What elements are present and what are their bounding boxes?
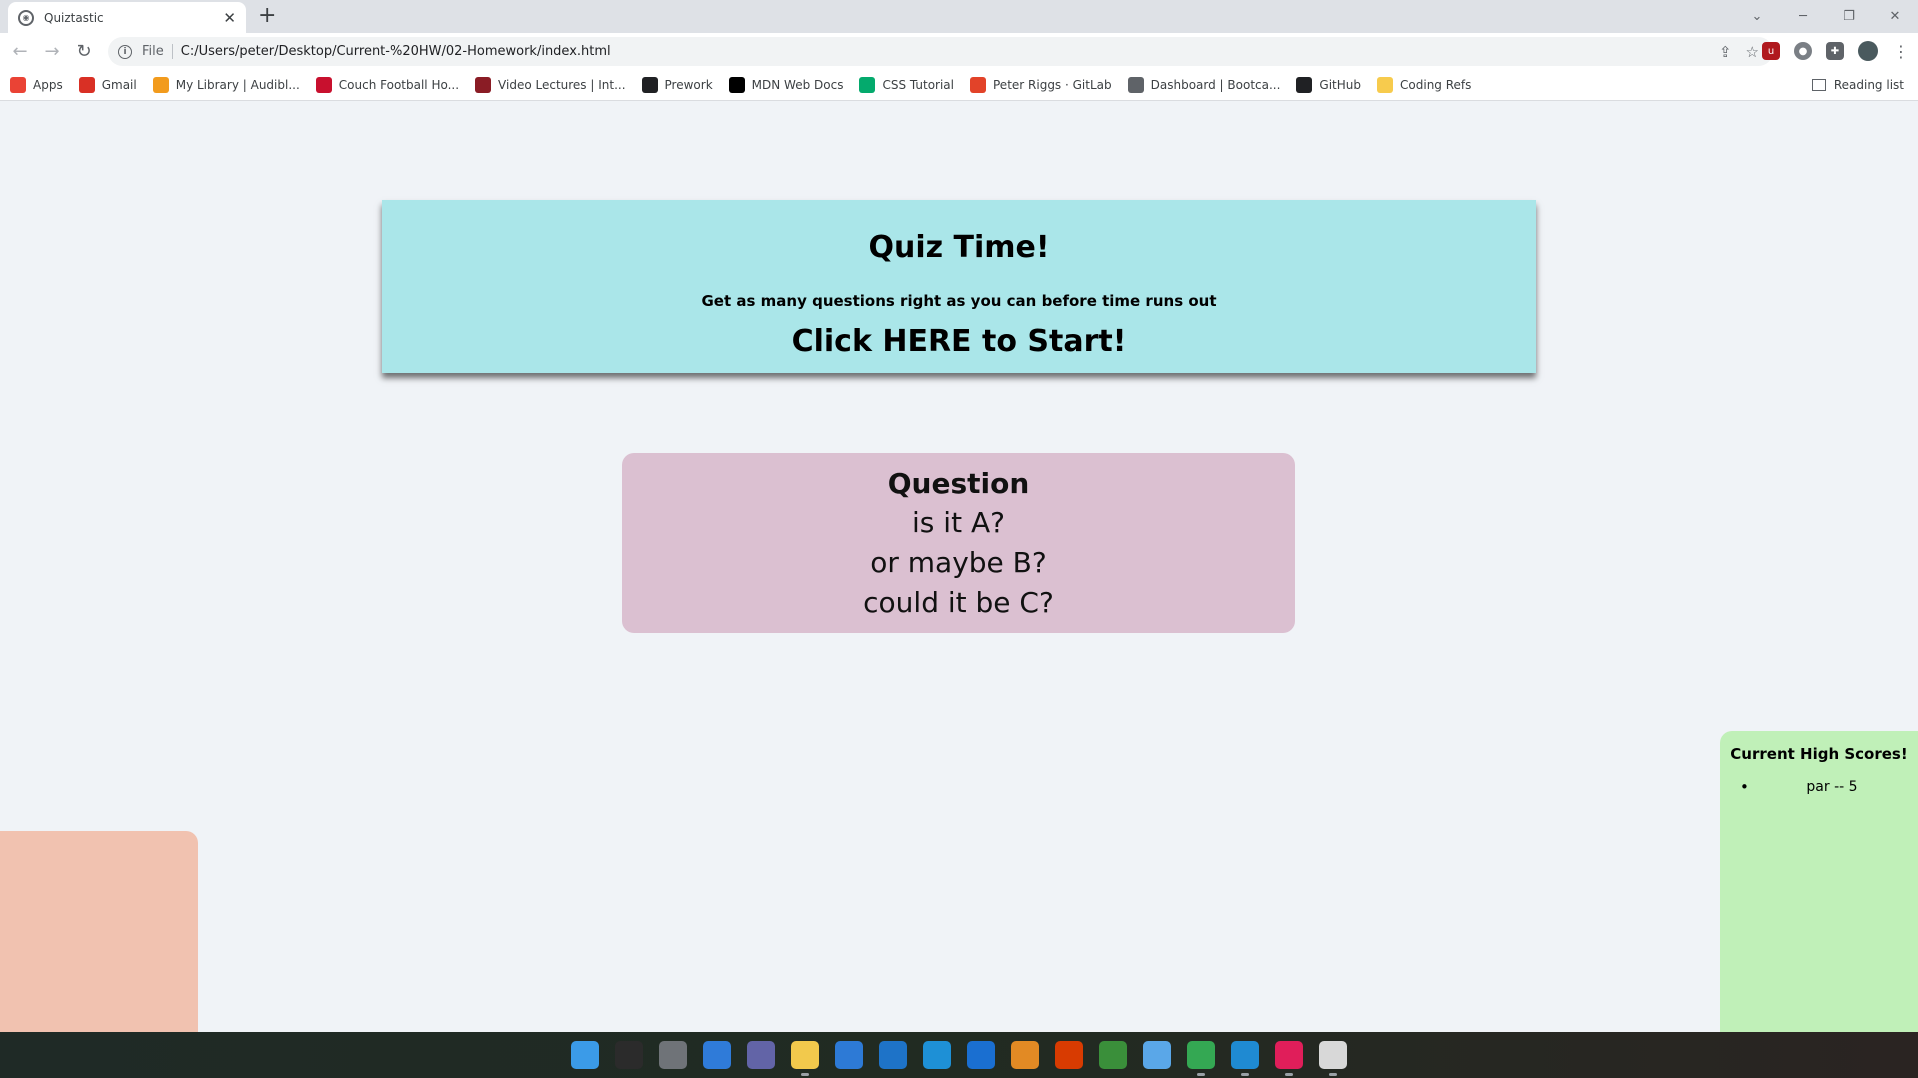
answer-option-b[interactable]: or maybe B? [622, 546, 1295, 579]
minimize-icon[interactable]: ─ [1780, 9, 1826, 24]
github-icon [1296, 76, 1313, 93]
share-icon[interactable]: ⇪ [1719, 43, 1732, 61]
bookmark-label: MDN Web Docs [751, 77, 844, 92]
restore-icon[interactable]: ❐ [1826, 9, 1872, 24]
bookmark-label: Couch Football Ho... [338, 77, 460, 92]
extensions-puzzle-icon[interactable]: ✚ [1826, 42, 1844, 60]
store-icon[interactable] [835, 1041, 863, 1069]
teams-chat-icon[interactable] [747, 1041, 775, 1069]
reload-icon[interactable]: ↻ [68, 41, 100, 62]
mdn-icon [728, 76, 745, 93]
menu-dots-icon[interactable]: ⋮ [1892, 42, 1910, 61]
windows-start-icon[interactable] [571, 1041, 599, 1069]
high-scores-list: par -- 5 [1740, 778, 1912, 796]
answer-option-c[interactable]: could it be C? [622, 586, 1295, 619]
bookmark-item[interactable]: Prework [641, 76, 713, 93]
tab-title: Quiztastic [44, 10, 104, 25]
bookmark-label: CSS Tutorial [882, 77, 954, 92]
info-icon[interactable]: i [118, 44, 132, 59]
lasso-icon[interactable] [923, 1041, 951, 1069]
address-scheme: File [142, 44, 173, 59]
reading-list-button[interactable]: Reading list [1811, 69, 1904, 101]
audible-icon [152, 76, 169, 93]
tab-search-icon[interactable]: ⌄ [1734, 9, 1780, 24]
bookmark-item[interactable]: Apps [10, 76, 63, 93]
nfl-icon [315, 76, 332, 93]
globe-icon: ◉ [18, 9, 34, 26]
quiz-header-card: Quiz Time! Get as many questions right a… [382, 200, 1536, 373]
sublime-icon[interactable] [1011, 1041, 1039, 1069]
ublock-origin-icon[interactable]: u [1762, 42, 1780, 60]
bookmark-item[interactable]: MDN Web Docs [728, 76, 844, 93]
browser-tab[interactable]: ◉ Quiztastic ✕ [8, 2, 246, 33]
tab-strip: ◉ Quiztastic ✕ + ⌄ ─ ❐ ✕ [0, 0, 1918, 33]
notepad-icon[interactable] [1143, 1041, 1171, 1069]
book-icon [641, 76, 658, 93]
bookmark-label: Prework [664, 77, 713, 92]
bookmark-label: GitHub [1319, 77, 1362, 92]
mail-icon[interactable] [879, 1041, 907, 1069]
address-bar[interactable]: i File C:/Users/peter/Desktop/Current-%2… [108, 37, 1773, 66]
profile-avatar[interactable] [1858, 41, 1878, 61]
new-tab-button[interactable]: + [258, 4, 276, 28]
bookmark-item[interactable]: Dashboard | Bootca... [1127, 76, 1281, 93]
bookmark-item[interactable]: GitHub [1296, 76, 1362, 93]
apps-grid-icon [10, 76, 26, 93]
reading-list-label: Reading list [1833, 78, 1904, 92]
bookmark-item[interactable]: Gmail [78, 76, 137, 93]
reading-list-icon [1811, 79, 1826, 91]
browser-toolbar: ← → ↻ i File C:/Users/peter/Desktop/Curr… [0, 33, 1918, 69]
snipping-tool-icon[interactable] [1319, 1041, 1347, 1076]
gmail-icon [78, 76, 95, 93]
bookmark-label: Peter Riggs · GitLab [993, 77, 1112, 92]
start-quiz-button[interactable]: Click HERE to Start! [382, 324, 1536, 359]
bookmark-label: Gmail [101, 77, 137, 92]
bookmark-item[interactable]: My Library | Audibl... [152, 76, 300, 93]
bookmark-label: Video Lectures | Int... [498, 77, 626, 92]
close-tab-icon[interactable]: ✕ [223, 9, 236, 27]
high-score-entry: par -- 5 [1740, 778, 1912, 796]
bookmark-label: Apps [33, 77, 63, 92]
bookmark-item[interactable]: Video Lectures | Int... [475, 76, 626, 93]
search-icon[interactable] [615, 1041, 643, 1069]
bookmark-label: Dashboard | Bootca... [1150, 77, 1281, 92]
folder-icon [1377, 76, 1394, 93]
chrome-icon[interactable] [1187, 1041, 1215, 1076]
quiz-subtitle: Get as many questions right as you can b… [701, 292, 1217, 310]
bookmarks-bar: Apps Gmail My Library | Audibl... Couch Foo… [0, 69, 1918, 101]
bookmark-label: My Library | Audibl... [175, 77, 300, 92]
close-window-icon[interactable]: ✕ [1872, 9, 1918, 24]
windows-taskbar [0, 1032, 1918, 1078]
vscode-icon[interactable] [1231, 1041, 1259, 1076]
bookmark-label: Coding Refs [1400, 77, 1472, 92]
cortana-icon[interactable] [967, 1041, 995, 1069]
bookmark-item[interactable]: Peter Riggs · GitLab [970, 76, 1112, 93]
w3schools-icon [859, 76, 876, 93]
bookmark-item[interactable]: Coding Refs [1377, 76, 1472, 93]
high-scores-title: Current High Scores! [1730, 745, 1908, 763]
bookmark-item[interactable]: CSS Tutorial [859, 76, 954, 93]
bookmark-star-icon[interactable]: ☆ [1746, 43, 1759, 61]
address-url[interactable]: C:/Users/peter/Desktop/Current-%20HW/02-… [181, 44, 611, 59]
globe-icon [1127, 76, 1144, 93]
gitlab-icon [970, 76, 986, 93]
quiz-title: Quiz Time! [868, 230, 1050, 265]
bookmark-item[interactable]: Couch Football Ho... [315, 76, 460, 93]
forward-arrow-icon[interactable]: → [36, 41, 68, 62]
window-controls: ⌄ ─ ❐ ✕ [1734, 0, 1918, 33]
file-explorer-icon[interactable] [791, 1041, 819, 1076]
git-icon[interactable] [1099, 1041, 1127, 1069]
mit-icon [475, 76, 492, 93]
question-title: Question [887, 467, 1030, 500]
slack-icon[interactable] [1275, 1041, 1303, 1076]
back-arrow-icon[interactable]: ← [4, 41, 36, 62]
left-side-panel [0, 831, 198, 1032]
extension-globe-icon[interactable]: ● [1794, 42, 1812, 60]
task-view-icon[interactable] [659, 1041, 687, 1069]
widgets-icon[interactable] [703, 1041, 731, 1069]
high-scores-panel: Current High Scores! par -- 5 [1720, 731, 1918, 1032]
question-card: Question is it A? or maybe B? could it b… [622, 453, 1295, 633]
office-icon[interactable] [1055, 1041, 1083, 1069]
answer-option-a[interactable]: is it A? [622, 506, 1295, 539]
